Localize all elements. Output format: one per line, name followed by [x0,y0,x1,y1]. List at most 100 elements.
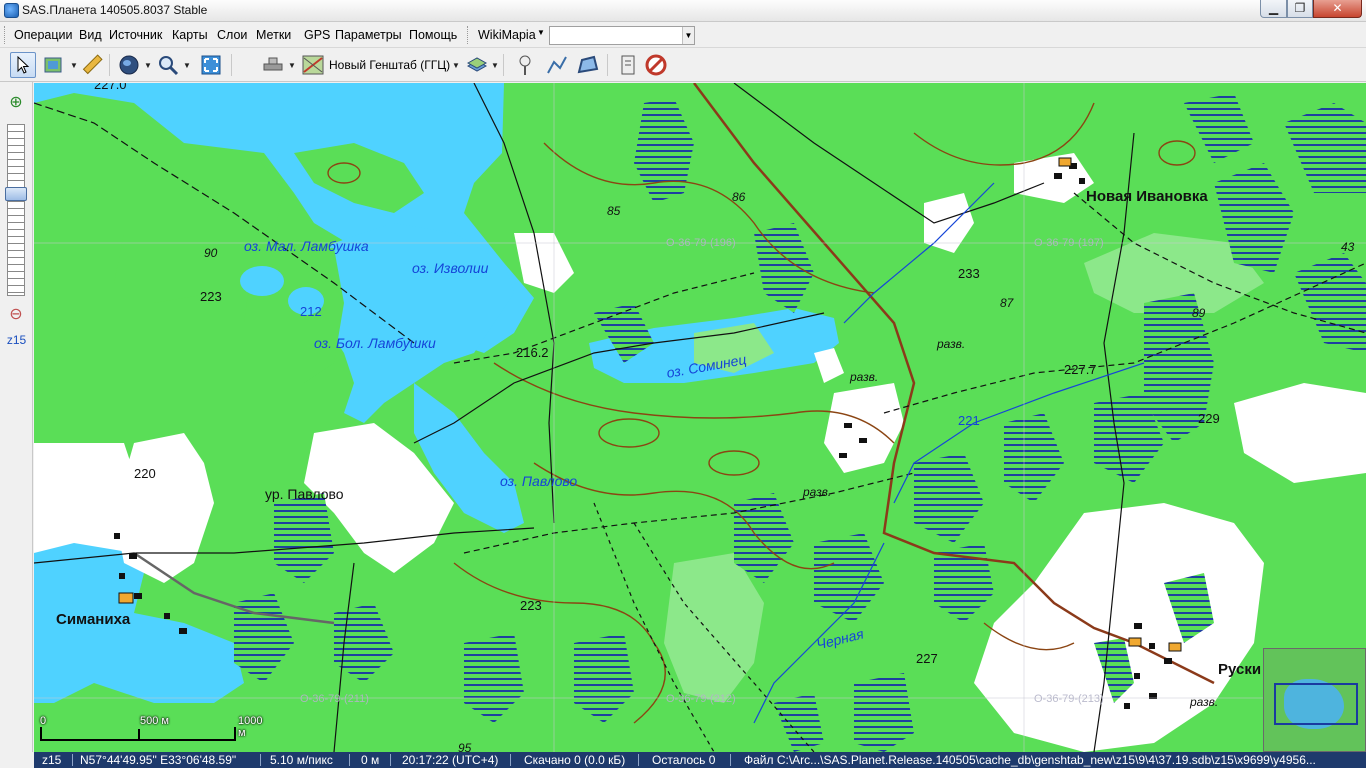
status-divider [730,754,731,766]
maximize-button[interactable]: ❐ [1287,0,1313,18]
search-caret-icon[interactable]: ▼ [183,61,191,70]
ruins-label: разв. [937,337,966,351]
menu-view[interactable]: Вид [79,28,102,42]
water-level-label: 221 [958,413,980,428]
lake-label: оз. Мал. Ламбушка [244,238,369,254]
layers-icon[interactable] [40,52,66,78]
status-file-path: Файл C:\Arc...\SAS.Planet.Release.140505… [744,753,1316,767]
satellite-caret-icon[interactable]: ▼ [288,61,296,70]
window-title: SAS.Планета 140505.8037 Stable [22,3,208,17]
status-zoom: z15 [42,753,62,767]
zoom-out-icon[interactable]: ⊖ [6,304,26,324]
menu-grip[interactable] [4,26,7,44]
placemark-icon[interactable] [512,52,538,78]
wikimapia-dropdown[interactable]: WikiMapia [478,28,536,42]
map-canvas[interactable]: оз. Мал. Ламбушка оз. Изволии оз. Бол. Л… [34,83,1366,752]
map-source-label[interactable]: Новый Генштаб (ГГЦ) [329,58,450,72]
notes-icon[interactable] [615,52,641,78]
status-divider [638,754,639,766]
height-label: 95 [458,741,472,752]
status-coordinates: N57°44'49.95" E33°06'48.59" [80,753,237,767]
status-divider [260,754,261,766]
title-bar: SAS.Планета 140505.8037 Stable ▁ ❐ ✕ [0,0,1366,22]
scale-bar-tick [138,729,140,741]
minimize-button[interactable]: ▁ [1260,0,1287,18]
sheet-label: O-36-79-(211) [300,693,369,705]
close-button[interactable]: ✕ [1313,0,1362,18]
scale-mid-label: 500 м [140,715,169,727]
menu-maps[interactable]: Карты [172,28,208,42]
height-label: 233 [958,266,980,281]
height-label: 85 [607,204,621,218]
search-icon[interactable] [155,52,181,78]
sheet-label: O-36-79-(197) [1034,237,1104,249]
scale-end-label: 1000 м [238,715,263,739]
layers-caret-icon[interactable]: ▼ [70,61,78,70]
mini-map[interactable] [1263,648,1366,752]
height-label: 227.0 [94,83,127,92]
height-label: 227.7 [1064,362,1097,377]
sheet-label: O-36-79-(212) [666,693,736,705]
height-label: 229 [1198,411,1220,426]
ruins-label: разв. [850,370,879,384]
menu-help[interactable]: Помощь [409,28,457,42]
status-divider [349,754,350,766]
toolbar-separator [231,54,232,76]
lake-label: оз. Изволии [412,260,489,276]
search-combobox[interactable] [549,26,695,45]
path-icon[interactable] [544,52,570,78]
height-label: 227 [916,651,938,666]
scale-zero-label: 0 [40,715,47,727]
height-label: 223 [200,289,222,304]
mini-map-viewport[interactable] [1274,683,1358,725]
height-label: 216.2 [516,345,549,360]
globe-caret-icon[interactable]: ▼ [144,61,152,70]
zoom-level-label: z15 [6,333,27,347]
map-graphics [34,83,1366,752]
water-level-label: 212 [300,304,322,319]
status-time: 20:17:22 (UTC+4) [402,753,499,767]
satellite-icon[interactable] [260,52,286,78]
menu-layers[interactable]: Слои [217,28,247,42]
sheet-label: O-36-79-(213) [1034,693,1104,705]
toolbar: ▼ ▼ ▼ ▼ Новый Генштаб (ГГЦ) ▼ ▼ [0,48,1366,82]
toolbar-separator [503,54,504,76]
toolbar-separator [607,54,608,76]
menu-operations[interactable]: Операции [14,28,72,42]
polygon-icon[interactable] [575,52,601,78]
height-label: 89 [1192,306,1206,320]
combo-arrow-icon[interactable]: ▼ [682,27,694,44]
status-divider [390,754,391,766]
menu-marks[interactable]: Метки [256,28,291,42]
zoom-slider[interactable] [7,124,25,296]
fullscreen-icon[interactable] [198,52,224,78]
globe-icon[interactable] [116,52,142,78]
lake-label: оз. Павлово [500,473,578,489]
disable-icon[interactable] [643,52,669,78]
tract-label: ур. Павлово [265,486,344,502]
height-label: 86 [732,190,746,204]
village-label: Новая Ивановка [1086,188,1208,205]
village-label: Руски [1218,661,1262,678]
toolbar-separator [109,54,110,76]
menu-settings[interactable]: Параметры [335,28,402,42]
sheet-label: O-36-79-(196) [666,237,736,249]
height-label: 220 [134,466,156,481]
height-label: 43 [1341,240,1355,254]
menu-source[interactable]: Источник [109,28,162,42]
zoom-in-icon[interactable]: ⊕ [6,92,26,112]
status-resolution: 5.10 м/пикс [270,753,333,767]
menu-gps[interactable]: GPS [304,28,330,42]
map-source-icon[interactable] [300,52,326,78]
height-label: 223 [520,598,542,613]
map-source-caret-icon[interactable]: ▼ [452,61,460,70]
ruler-icon[interactable] [79,52,105,78]
height-label: 90 [204,246,218,260]
status-downloaded: Скачано 0 (0.0 кБ) [524,753,626,767]
cursor-icon[interactable] [10,52,36,78]
menu-grip-2[interactable] [467,26,470,44]
layer-stack-icon[interactable] [464,52,490,78]
zoom-slider-thumb[interactable] [5,187,27,202]
chevron-down-icon[interactable]: ▼ [537,28,545,37]
layer-stack-caret-icon[interactable]: ▼ [491,61,499,70]
